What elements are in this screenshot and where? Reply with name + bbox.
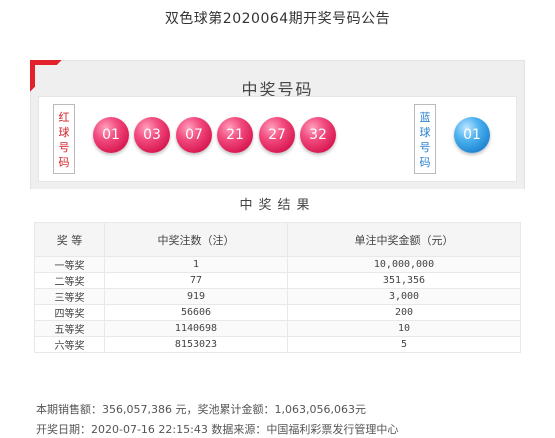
prize-amount: 3,000 bbox=[287, 288, 521, 305]
draw-info: 开奖日期：2020-07-16 22:15:43 数据来源：中国福利彩票发行管理… bbox=[36, 423, 399, 436]
red-ball-5: 27 bbox=[259, 117, 295, 153]
winner-count: 1 bbox=[104, 256, 288, 273]
table-row: 一等奖 1 10,000,000 bbox=[34, 256, 521, 273]
prize-amount: 10,000,000 bbox=[287, 256, 521, 273]
column-header-amount: 单注中奖金额（元） bbox=[287, 222, 521, 257]
prize-amount: 200 bbox=[287, 304, 521, 321]
blue-label-char: 码 bbox=[419, 156, 431, 169]
winner-count: 1140698 bbox=[104, 320, 288, 337]
results-heading: 中奖结果 bbox=[239, 198, 316, 213]
red-label-char: 码 bbox=[58, 156, 70, 169]
prize-amount: 351,356 bbox=[287, 272, 521, 289]
prize-table: 奖 等 中奖注数（注） 单注中奖金额（元） 一等奖 1 10,000,000 二… bbox=[34, 222, 521, 353]
winner-count: 8153023 bbox=[104, 336, 288, 353]
red-ball-2: 03 bbox=[134, 117, 170, 153]
red-label-char: 号 bbox=[58, 141, 70, 154]
table-row: 二等奖 77 351,356 bbox=[34, 272, 521, 289]
red-ball-4: 21 bbox=[217, 117, 253, 153]
blue-label-char: 蓝 bbox=[419, 111, 431, 124]
prize-level: 五等奖 bbox=[34, 320, 105, 337]
prize-amount: 10 bbox=[287, 320, 521, 337]
prize-level: 一等奖 bbox=[34, 256, 105, 273]
red-label-char: 球 bbox=[58, 126, 70, 139]
prize-level: 四等奖 bbox=[34, 304, 105, 321]
table-row: 五等奖 1140698 10 bbox=[34, 320, 521, 337]
blue-label-char: 号 bbox=[419, 141, 431, 154]
red-ball-6: 32 bbox=[300, 117, 336, 153]
column-header-count: 中奖注数（注） bbox=[104, 222, 288, 257]
prize-amount: 5 bbox=[287, 336, 521, 353]
winner-count: 56606 bbox=[104, 304, 288, 321]
sales-summary: 本期销售额：356,057,386 元，奖池累计金额：1,063,056,063… bbox=[36, 403, 366, 416]
prize-level: 三等奖 bbox=[34, 288, 105, 305]
table-row: 三等奖 919 3,000 bbox=[34, 288, 521, 305]
red-ball-label: 红 球 号 码 bbox=[53, 104, 75, 174]
red-label-char: 红 bbox=[58, 111, 70, 124]
page-title: 双色球第2020064期开奖号码公告 bbox=[164, 11, 391, 27]
prize-level: 六等奖 bbox=[34, 336, 105, 353]
table-row: 四等奖 56606 200 bbox=[34, 304, 521, 321]
column-header-level: 奖 等 bbox=[34, 222, 105, 257]
table-header-row: 奖 等 中奖注数（注） 单注中奖金额（元） bbox=[34, 222, 521, 257]
winner-count: 77 bbox=[104, 272, 288, 289]
winner-count: 919 bbox=[104, 288, 288, 305]
red-ball-3: 07 bbox=[176, 117, 212, 153]
table-row: 六等奖 8153023 5 bbox=[34, 336, 521, 353]
blue-ball-label: 蓝 球 号 码 bbox=[414, 104, 436, 174]
prize-level: 二等奖 bbox=[34, 272, 105, 289]
blue-label-char: 球 bbox=[419, 126, 431, 139]
blue-ball-1: 01 bbox=[454, 117, 490, 153]
red-ball-1: 01 bbox=[93, 117, 129, 153]
